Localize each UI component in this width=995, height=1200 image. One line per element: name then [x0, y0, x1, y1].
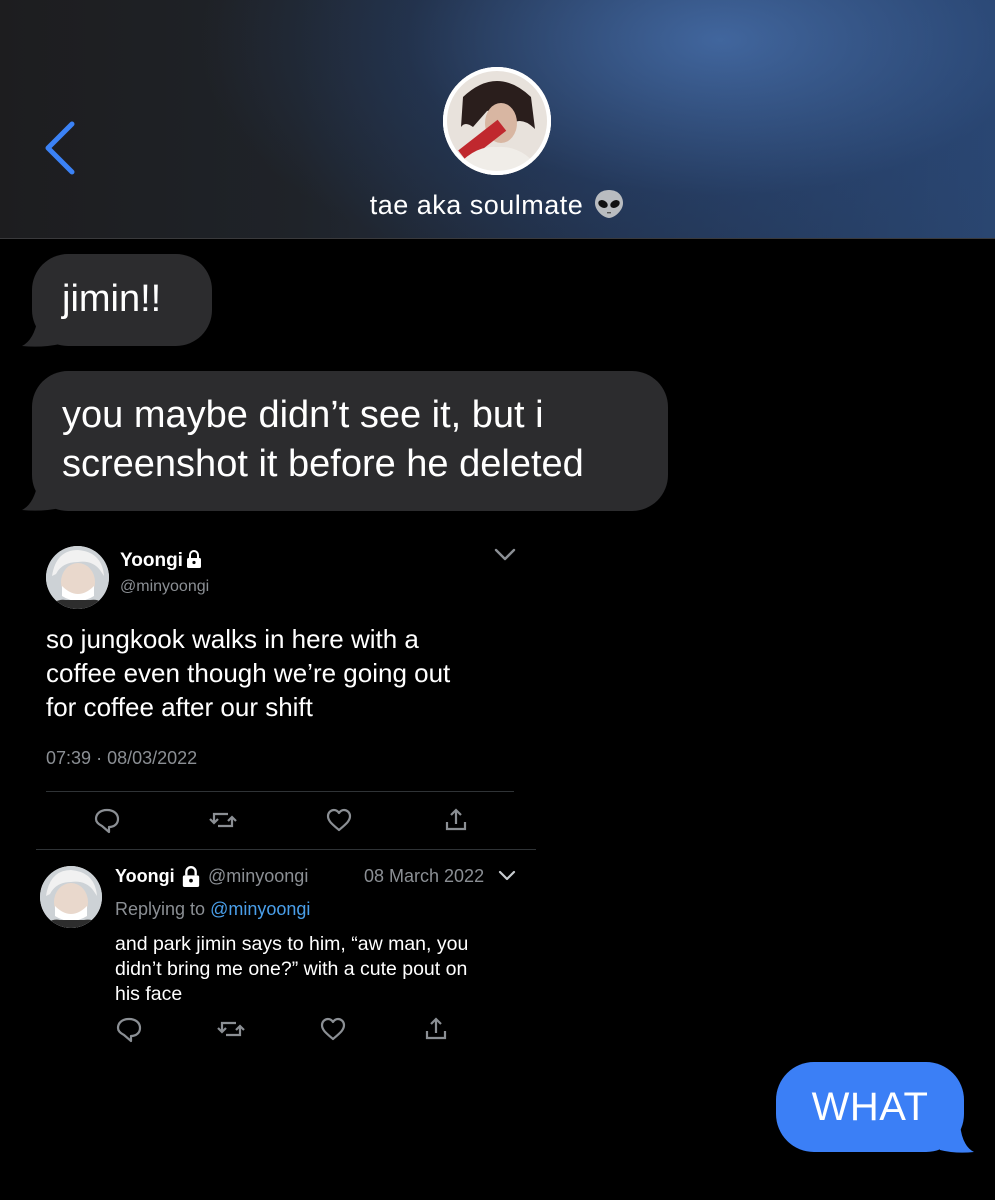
lock-icon: [182, 866, 200, 887]
reply-icon[interactable]: [114, 1014, 144, 1044]
tweet-timestamp: 07:39 · 08/03/2022: [46, 748, 197, 769]
reply-date: 08 March 2022: [364, 866, 485, 886]
tweet-divider: [36, 849, 536, 850]
lock-icon: [187, 550, 201, 568]
reply-author-name[interactable]: Yoongi: [115, 866, 175, 887]
like-icon[interactable]: [318, 1014, 348, 1044]
tweet-screenshot[interactable]: Yoongi @minyoongi so jungkook walks in h…: [36, 530, 536, 1050]
message-text: WHAT: [811, 1085, 929, 1129]
contact-avatar[interactable]: [443, 67, 551, 175]
tweet-author-handle[interactable]: @minyoongi: [120, 578, 209, 596]
tweet-avatar[interactable]: [46, 546, 109, 609]
replying-to-link[interactable]: @minyoongi: [210, 899, 310, 919]
alien-face-icon: [593, 188, 625, 227]
message-text-line: screenshot it before he deleted: [62, 443, 584, 485]
tweet-text: so jungkook walks in here with a coffee …: [46, 624, 451, 722]
share-icon[interactable]: [441, 805, 471, 835]
bubble-tail: [22, 482, 60, 511]
reply-avatar[interactable]: [40, 866, 102, 928]
contact-name[interactable]: tae aka soulmate: [0, 188, 995, 227]
share-icon[interactable]: [421, 1014, 451, 1044]
tweet-date: 08/03/2022: [107, 748, 198, 768]
message-text: jimin!!: [62, 278, 162, 320]
reply-author-handle[interactable]: @minyoongi: [208, 866, 308, 887]
incoming-message-bubble[interactable]: you maybe didn’t see it, but i screensho…: [32, 371, 668, 511]
chevron-down-icon[interactable]: [498, 870, 516, 882]
retweet-icon[interactable]: [208, 805, 238, 835]
back-chevron-icon[interactable]: [40, 118, 80, 178]
reply-icon[interactable]: [92, 805, 122, 835]
outgoing-message-bubble[interactable]: WHAT: [776, 1062, 964, 1152]
bubble-tail: [940, 1124, 974, 1153]
reply-text: and park jimin says to him, “aw man, you…: [115, 933, 469, 1005]
contact-name-text: tae aka soulmate: [369, 190, 584, 220]
chevron-down-icon[interactable]: [494, 548, 516, 562]
tweet-author-name[interactable]: Yoongi: [120, 550, 183, 572]
replying-to: Replying to @minyoongi: [115, 899, 311, 919]
conversation-header: tae aka soulmate: [0, 0, 995, 238]
separator-dot: ·: [96, 748, 108, 768]
like-icon[interactable]: [324, 805, 354, 835]
bubble-tail: [22, 318, 60, 347]
retweet-icon[interactable]: [216, 1014, 246, 1044]
tweet-time: 07:39: [46, 748, 92, 768]
tweet-divider: [46, 791, 514, 792]
message-text-line: you maybe didn’t see it, but i: [62, 394, 544, 436]
header-divider: [0, 238, 995, 239]
